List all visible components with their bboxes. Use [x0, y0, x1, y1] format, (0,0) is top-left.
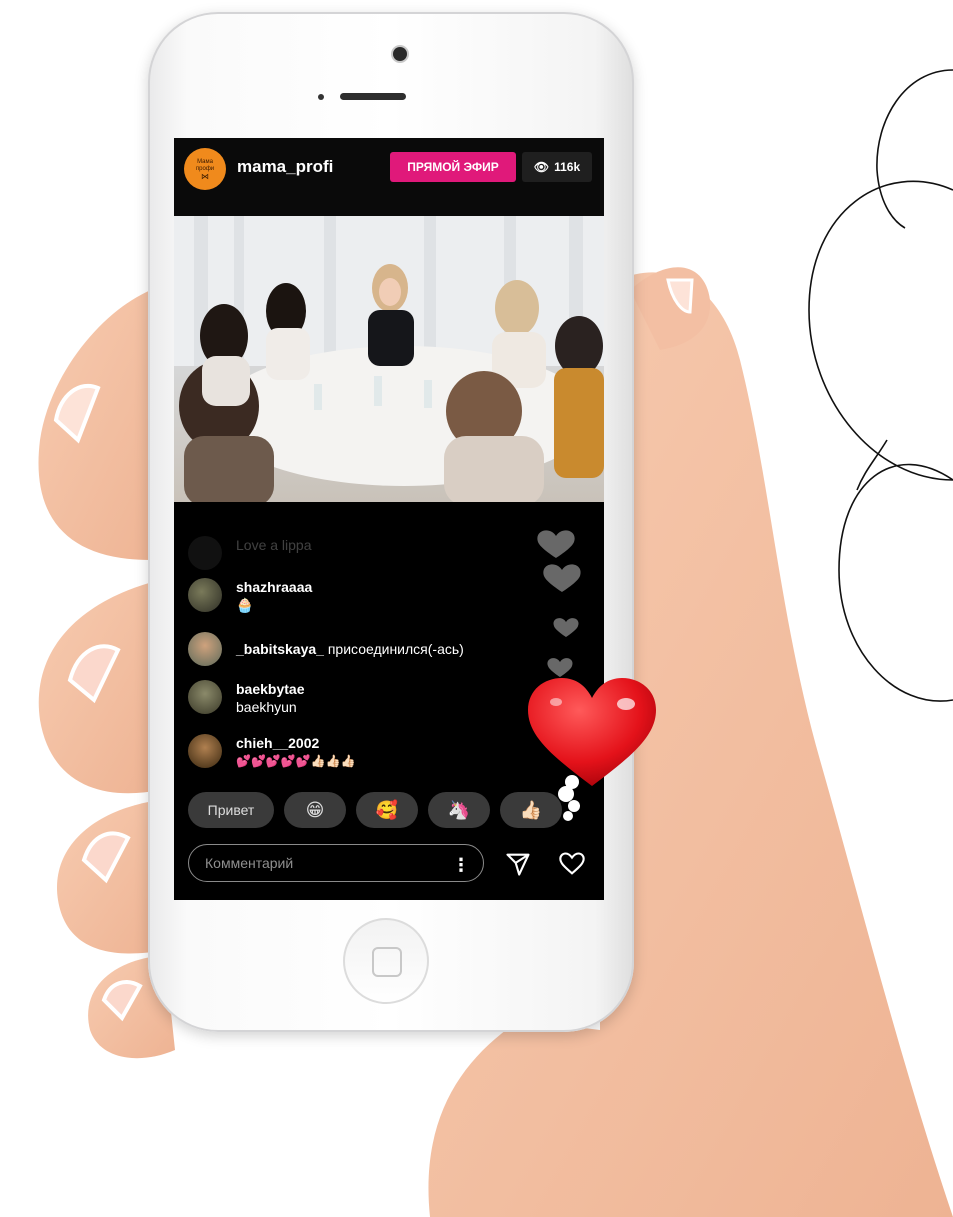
comment-item: baekbytae baekhyun [188, 680, 304, 716]
comment-item: _babitskaya_ присоединился(-ась) [188, 632, 464, 666]
quick-reply-row: Привет 😁 🥰 🦄 👍🏻 [188, 792, 562, 828]
live-video[interactable] [174, 216, 604, 502]
stream-header: Мама профи ⋈ mama_profi ПРЯМОЙ ЭФИР 👁 11… [174, 138, 604, 216]
quick-reply-unicorn[interactable]: 🦄 [428, 792, 490, 828]
front-camera [393, 47, 407, 61]
cloud-outline-decoration [808, 69, 953, 702]
comment-text: baekhyun [236, 699, 297, 715]
eye-icon: 👁 [533, 160, 550, 174]
comment-text: 🧁 [236, 597, 254, 613]
viewer-count-label: 116k [554, 160, 581, 174]
floating-heart-icon [528, 678, 656, 821]
comment-input[interactable]: Комментарий [188, 844, 484, 882]
proximity-sensor [318, 94, 324, 100]
streamer-avatar[interactable]: Мама профи ⋈ [184, 148, 226, 190]
comment-item: Love a lippa [188, 536, 312, 570]
home-button[interactable] [343, 918, 429, 1004]
quick-reply-love[interactable]: 🥰 [356, 792, 418, 828]
comment-item: chieh__2002 💕💕💕💕💕👍🏻👍🏻👍🏻 [188, 734, 356, 770]
comment-text: Love a lippa [236, 537, 312, 553]
quick-reply-hello[interactable]: Привет [188, 792, 274, 828]
send-icon[interactable] [504, 850, 532, 878]
live-badge: ПРЯМОЙ ЭФИР [390, 152, 516, 182]
viewer-count: 👁 116k [522, 152, 592, 182]
comment-username[interactable]: shazhraaaa [236, 578, 312, 596]
comment-avatar[interactable] [188, 632, 222, 666]
comment-text: присоединился(-ась) [327, 641, 464, 657]
comment-avatar [188, 536, 222, 570]
video-frame [174, 216, 604, 502]
comment-username[interactable]: _babitskaya_ [236, 641, 324, 657]
comment-text: 💕💕💕💕💕👍🏻👍🏻👍🏻 [236, 754, 356, 768]
streamer-username[interactable]: mama_profi [237, 157, 333, 177]
earpiece-speaker [340, 93, 406, 100]
quick-reply-grin[interactable]: 😁 [284, 792, 346, 828]
comment-item: shazhraaaa 🧁 [188, 578, 312, 614]
comment-username[interactable]: chieh__2002 [236, 734, 356, 752]
comment-avatar[interactable] [188, 578, 222, 612]
like-heart-icon[interactable] [558, 850, 586, 878]
comment-username[interactable]: baekbytae [236, 680, 304, 698]
avatar-label: Мама профи [195, 158, 215, 172]
more-options-icon[interactable]: ⋮ [452, 855, 470, 876]
comment-avatar[interactable] [188, 734, 222, 768]
comment-avatar[interactable] [188, 680, 222, 714]
bow-tie-icon: ⋈ [201, 171, 209, 181]
comment-placeholder: Комментарий [205, 855, 294, 871]
